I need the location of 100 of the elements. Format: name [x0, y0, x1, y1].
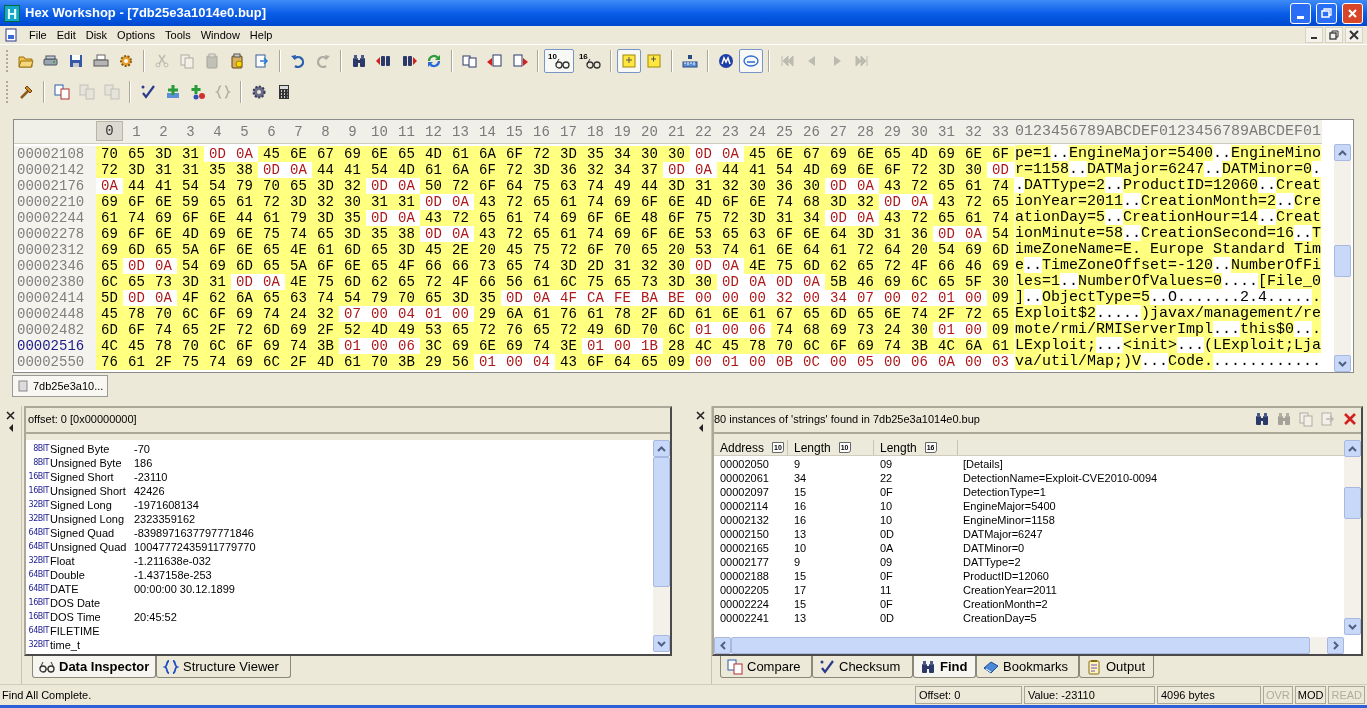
hammer-icon[interactable]	[18, 83, 34, 100]
hex-byte[interactable]: 30	[690, 274, 717, 290]
hex-byte[interactable]: 64	[798, 242, 825, 258]
hex-byte[interactable]: 6E	[285, 146, 312, 162]
hex-byte[interactable]: 75	[528, 242, 555, 258]
binoculars-icon[interactable]	[351, 52, 367, 69]
document-arrow-icon[interactable]	[254, 52, 270, 69]
hex-byte[interactable]: 6A	[474, 146, 501, 162]
hex-byte[interactable]: 69	[285, 322, 312, 338]
hex-byte[interactable]: 6E	[150, 226, 177, 242]
hex-byte[interactable]: 73	[636, 274, 663, 290]
hex-byte[interactable]: 3C	[420, 338, 447, 354]
hex-byte[interactable]: 65	[933, 210, 960, 226]
hex-byte[interactable]: 61	[339, 354, 366, 370]
hex-byte[interactable]: 36	[771, 178, 798, 194]
hex-byte[interactable]: 68	[798, 194, 825, 210]
column-header[interactable]: 27	[825, 123, 852, 141]
hex-byte[interactable]: 31	[393, 194, 420, 210]
hex-byte[interactable]: 6D	[609, 322, 636, 338]
hex-byte[interactable]: 6D	[231, 258, 258, 274]
hex-byte[interactable]: 69	[96, 226, 123, 242]
hex-byte[interactable]: 69	[852, 338, 879, 354]
hex-byte[interactable]: 74	[528, 210, 555, 226]
hex-byte[interactable]: 65	[852, 306, 879, 322]
hex-byte[interactable]: 6C	[906, 274, 933, 290]
hex-byte[interactable]: 2D	[582, 258, 609, 274]
hex-byte[interactable]: 74	[528, 258, 555, 274]
hex-byte[interactable]: 65	[393, 274, 420, 290]
hex-byte[interactable]: 64	[609, 354, 636, 370]
hex-byte[interactable]: 6E	[231, 242, 258, 258]
hex-byte[interactable]: 75	[690, 210, 717, 226]
hex-byte[interactable]: 75	[258, 226, 285, 242]
hex-byte[interactable]: 70	[393, 290, 420, 306]
hex-byte[interactable]: 74	[528, 338, 555, 354]
column-header[interactable]: 4	[204, 123, 231, 141]
close-button[interactable]	[1345, 27, 1363, 43]
hex-byte[interactable]: 6E	[150, 194, 177, 210]
hex-byte[interactable]: 4D	[906, 146, 933, 162]
hex-byte[interactable]: 65	[204, 194, 231, 210]
hex-byte[interactable]: 4F	[393, 258, 420, 274]
hex-byte[interactable]: 6E	[366, 146, 393, 162]
hex-byte[interactable]: 6F	[582, 210, 609, 226]
hex-byte[interactable]: 72	[501, 226, 528, 242]
hex-byte[interactable]: 4E	[285, 242, 312, 258]
hex-byte[interactable]: 64	[825, 226, 852, 242]
hex-byte[interactable]: 35	[366, 226, 393, 242]
hex-byte[interactable]: 61	[231, 194, 258, 210]
hex-byte[interactable]: 53	[690, 226, 717, 242]
hex-byte[interactable]: 74	[717, 242, 744, 258]
scroll-left-button[interactable]	[714, 637, 731, 654]
hex-byte[interactable]: 43	[555, 354, 582, 370]
hex-byte[interactable]: 45	[501, 242, 528, 258]
hex-byte[interactable]: 79	[231, 178, 258, 194]
hex-byte[interactable]: 61	[960, 210, 987, 226]
calculator-icon[interactable]	[276, 83, 292, 100]
hex-byte[interactable]: 6F	[474, 162, 501, 178]
hex-byte[interactable]: 6E	[879, 306, 906, 322]
hex-byte[interactable]: 72	[717, 210, 744, 226]
hex-byte[interactable]: 6C	[555, 274, 582, 290]
hex-byte[interactable]: 53	[690, 242, 717, 258]
hex-byte[interactable]: 72	[447, 210, 474, 226]
hex-byte[interactable]: 4F	[447, 274, 474, 290]
hex-byte[interactable]: 73	[852, 322, 879, 338]
clipboard-icon[interactable]	[229, 52, 245, 69]
hex-byte[interactable]: 65	[501, 258, 528, 274]
scrollbar[interactable]	[653, 440, 670, 652]
panel-tab[interactable]: Data Inspector	[32, 656, 156, 678]
hex-byte[interactable]: 61	[258, 210, 285, 226]
hex-byte[interactable]: 65	[528, 226, 555, 242]
hex-byte[interactable]: 6C	[96, 274, 123, 290]
hex-byte[interactable]: 78	[150, 338, 177, 354]
hex-byte[interactable]: 74	[987, 178, 1014, 194]
hex-byte[interactable]: 66	[420, 258, 447, 274]
hex-byte[interactable]: 6E	[852, 146, 879, 162]
hex-byte[interactable]: 67	[771, 306, 798, 322]
hex-byte[interactable]: 43	[474, 226, 501, 242]
hex-byte[interactable]: 4D	[690, 194, 717, 210]
toggle-button[interactable]: 10	[544, 48, 574, 73]
hex-byte[interactable]: 31	[771, 210, 798, 226]
toggle-button[interactable]: 16	[574, 48, 605, 73]
hex-byte[interactable]: 61	[447, 146, 474, 162]
hex-byte[interactable]: 54	[933, 242, 960, 258]
hex-byte[interactable]: 73	[474, 258, 501, 274]
hex-byte[interactable]: 78	[609, 306, 636, 322]
hex-byte[interactable]: 09	[663, 354, 690, 370]
hex-byte[interactable]: 72	[528, 146, 555, 162]
hex-byte[interactable]: 65	[879, 146, 906, 162]
hex-byte[interactable]: 65	[150, 242, 177, 258]
hex-byte[interactable]: 48	[636, 210, 663, 226]
column-header[interactable]: 26	[798, 123, 825, 141]
hex-byte[interactable]: 6F	[231, 338, 258, 354]
hex-byte[interactable]: 69	[258, 338, 285, 354]
hex-byte[interactable]: 69	[825, 146, 852, 162]
column-header[interactable]: 18	[582, 123, 609, 141]
hex-byte[interactable]: 65	[258, 242, 285, 258]
hex-byte[interactable]: 6E	[771, 242, 798, 258]
hex-byte[interactable]: 75	[528, 178, 555, 194]
hex-byte[interactable]: 24	[879, 322, 906, 338]
hex-byte[interactable]: 31	[609, 258, 636, 274]
hex-byte[interactable]: 62	[825, 258, 852, 274]
